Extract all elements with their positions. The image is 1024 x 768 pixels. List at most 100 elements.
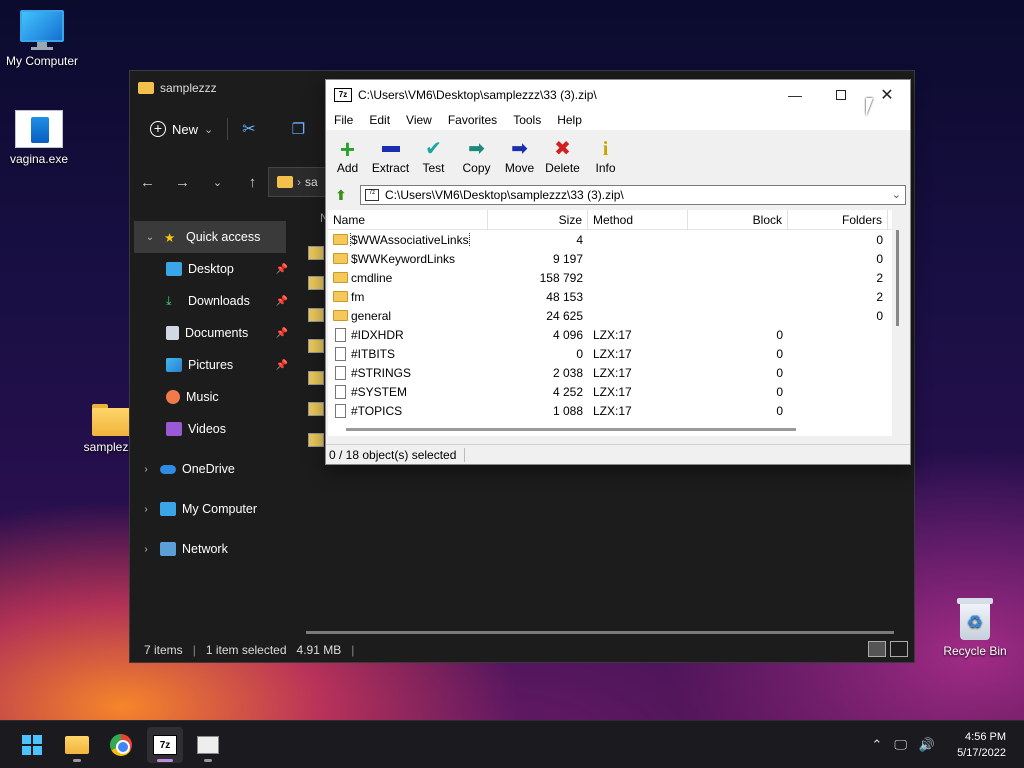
- path-combobox[interactable]: 7z C:\Users\VM6\Desktop\samplezzz\33 (3)…: [360, 185, 906, 205]
- nav-item-downloads[interactable]: ⤓ Downloads 📌: [130, 285, 290, 317]
- horizontal-scrollbar[interactable]: [306, 631, 894, 634]
- cell-name: fm: [328, 290, 488, 304]
- nav-item-desktop[interactable]: Desktop 📌: [130, 253, 290, 285]
- 7zip-logo-icon: 7z: [334, 88, 352, 102]
- move-button[interactable]: ➡ Move: [498, 132, 541, 178]
- move-icon: ➡: [511, 138, 528, 160]
- folder-icon: [333, 310, 348, 321]
- folder-up-icon[interactable]: ⬆: [330, 185, 352, 205]
- list-item[interactable]: #STRINGS 2 038 LZX:17 0: [328, 363, 892, 382]
- cell-size: 9 197: [552, 251, 583, 266]
- cell-method: LZX:17: [593, 346, 632, 361]
- nav-item-onedrive[interactable]: › OneDrive: [130, 453, 290, 485]
- cell-size: 1 088: [552, 403, 583, 418]
- start-button[interactable]: [14, 727, 50, 763]
- file-explorer-button[interactable]: [59, 727, 95, 763]
- clock[interactable]: 4:56 PM 5/17/2022: [957, 729, 1006, 761]
- 7zip-icon: 7z: [153, 735, 177, 755]
- explorer-address-bar[interactable]: › sa: [268, 167, 328, 197]
- 7zip-taskbar-button[interactable]: 7z: [147, 727, 183, 763]
- tiles-view-icon[interactable]: [890, 641, 908, 657]
- cell-name: #ITBITS: [328, 346, 488, 361]
- zip-file-icon[interactable]: [308, 276, 324, 290]
- cut-icon[interactable]: ✂: [242, 119, 255, 139]
- zip-file-icon[interactable]: [308, 371, 324, 385]
- extract-icon: [381, 137, 400, 161]
- chevron-down-icon[interactable]: ⌄: [892, 188, 901, 201]
- menu-help[interactable]: Help: [549, 113, 590, 127]
- menu-favorites[interactable]: Favorites: [440, 113, 505, 127]
- folder-icon: [138, 82, 154, 94]
- chrome-button[interactable]: [103, 727, 139, 763]
- list-item[interactable]: #IDXHDR 4 096 LZX:17 0: [328, 325, 892, 344]
- zip-file-icon[interactable]: [308, 339, 324, 353]
- zip-file-icon[interactable]: [308, 402, 324, 416]
- list-item[interactable]: cmdline 158 792 2: [328, 268, 892, 287]
- vertical-scrollbar[interactable]: [896, 230, 899, 326]
- column-header-folders[interactable]: Folders: [788, 210, 888, 230]
- archive-file-list[interactable]: Name Size Method Block Folders $WWAssoci…: [328, 210, 892, 436]
- menu-edit[interactable]: Edit: [361, 113, 398, 127]
- menu-file[interactable]: File: [326, 113, 361, 127]
- item-name: #ITBITS: [351, 346, 396, 361]
- test-button[interactable]: ✔ Test: [412, 132, 455, 178]
- nav-item-documents[interactable]: Documents 📌: [130, 317, 290, 349]
- column-header-name[interactable]: Name: [328, 210, 488, 230]
- cell-size: 4 096: [552, 327, 583, 342]
- list-item[interactable]: $WWAssociativeLinks 4 0: [328, 230, 892, 249]
- nav-item-videos[interactable]: Videos: [130, 413, 290, 445]
- add-button[interactable]: + Add: [326, 132, 369, 178]
- running-indicator: [73, 759, 81, 762]
- menu-tools[interactable]: Tools: [505, 113, 549, 127]
- network-status-icon[interactable]: 🖵: [894, 737, 907, 753]
- zip-file-icon[interactable]: [308, 433, 324, 447]
- forward-arrow-icon[interactable]: →: [165, 174, 200, 191]
- cell-name: #STRINGS: [328, 365, 488, 380]
- list-header: Name Size Method Block Folders: [328, 210, 892, 230]
- list-item[interactable]: #SYSTEM 4 252 LZX:17 0: [328, 382, 892, 401]
- desktop-icon-vagina-exe[interactable]: vagina.exe: [0, 110, 81, 166]
- nav-item-music[interactable]: Music: [130, 381, 290, 413]
- list-item[interactable]: #ITBITS 0 LZX:17 0: [328, 344, 892, 363]
- nav-item-my-computer[interactable]: › My Computer: [130, 493, 290, 525]
- zip-archive-icon: 7z: [365, 189, 379, 201]
- zip-file-icon[interactable]: [308, 308, 324, 322]
- menu-view[interactable]: View: [398, 113, 440, 127]
- up-arrow-icon[interactable]: ↑: [235, 174, 270, 191]
- nav-item-network[interactable]: › Network: [130, 533, 290, 565]
- path-bar: ⬆ 7z C:\Users\VM6\Desktop\samplezzz\33 (…: [326, 184, 910, 206]
- new-button[interactable]: + New ⌄: [150, 121, 213, 137]
- column-header-method[interactable]: Method: [588, 210, 688, 230]
- extract-button[interactable]: Extract: [369, 132, 412, 178]
- list-item[interactable]: #TOPICS 1 088 LZX:17 0: [328, 401, 892, 420]
- list-item[interactable]: $WWKeywordLinks 9 197 0: [328, 249, 892, 268]
- chevron-up-icon[interactable]: ⌃: [871, 737, 882, 753]
- minimize-button[interactable]: —: [772, 80, 818, 110]
- 7zip-window[interactable]: 7z C:\Users\VM6\Desktop\samplezzz\33 (3)…: [325, 79, 911, 465]
- column-header-size[interactable]: Size: [488, 210, 588, 230]
- zip-file-icon[interactable]: [308, 246, 324, 260]
- maximize-button[interactable]: [818, 80, 864, 110]
- nav-item-pictures[interactable]: Pictures 📌: [130, 349, 290, 381]
- copy-icon[interactable]: ❐: [292, 120, 305, 138]
- info-button[interactable]: i Info: [584, 132, 627, 178]
- folder-icon: [277, 176, 293, 188]
- column-header-block[interactable]: Block: [688, 210, 788, 230]
- horizontal-scrollbar[interactable]: [346, 428, 796, 431]
- list-item[interactable]: general 24 625 0: [328, 306, 892, 325]
- list-item[interactable]: fm 48 153 2: [328, 287, 892, 306]
- nav-item-quick-access[interactable]: ⌄ ★ Quick access: [134, 221, 286, 253]
- details-view-icon[interactable]: [868, 641, 886, 657]
- app-window-button[interactable]: [190, 727, 226, 763]
- desktop-icon-recycle-bin[interactable]: ♻ Recycle Bin: [933, 598, 1017, 658]
- nav-item-label: Network: [182, 542, 228, 556]
- back-arrow-icon[interactable]: ←: [130, 174, 165, 191]
- desktop-icon-my-computer[interactable]: My Computer: [0, 10, 84, 68]
- recent-locations-chevron-icon[interactable]: ⌄: [200, 176, 235, 189]
- volume-icon[interactable]: 🔊: [919, 737, 935, 753]
- copy-button[interactable]: ➡ Copy: [455, 132, 498, 178]
- 7zip-toolbar: + Add Extract ✔ Test ➡ Copy ➡ Move ✖ Del…: [326, 132, 627, 178]
- cell-method: LZX:17: [593, 384, 632, 399]
- delete-button[interactable]: ✖ Delete: [541, 132, 584, 178]
- exe-icon: [15, 110, 63, 148]
